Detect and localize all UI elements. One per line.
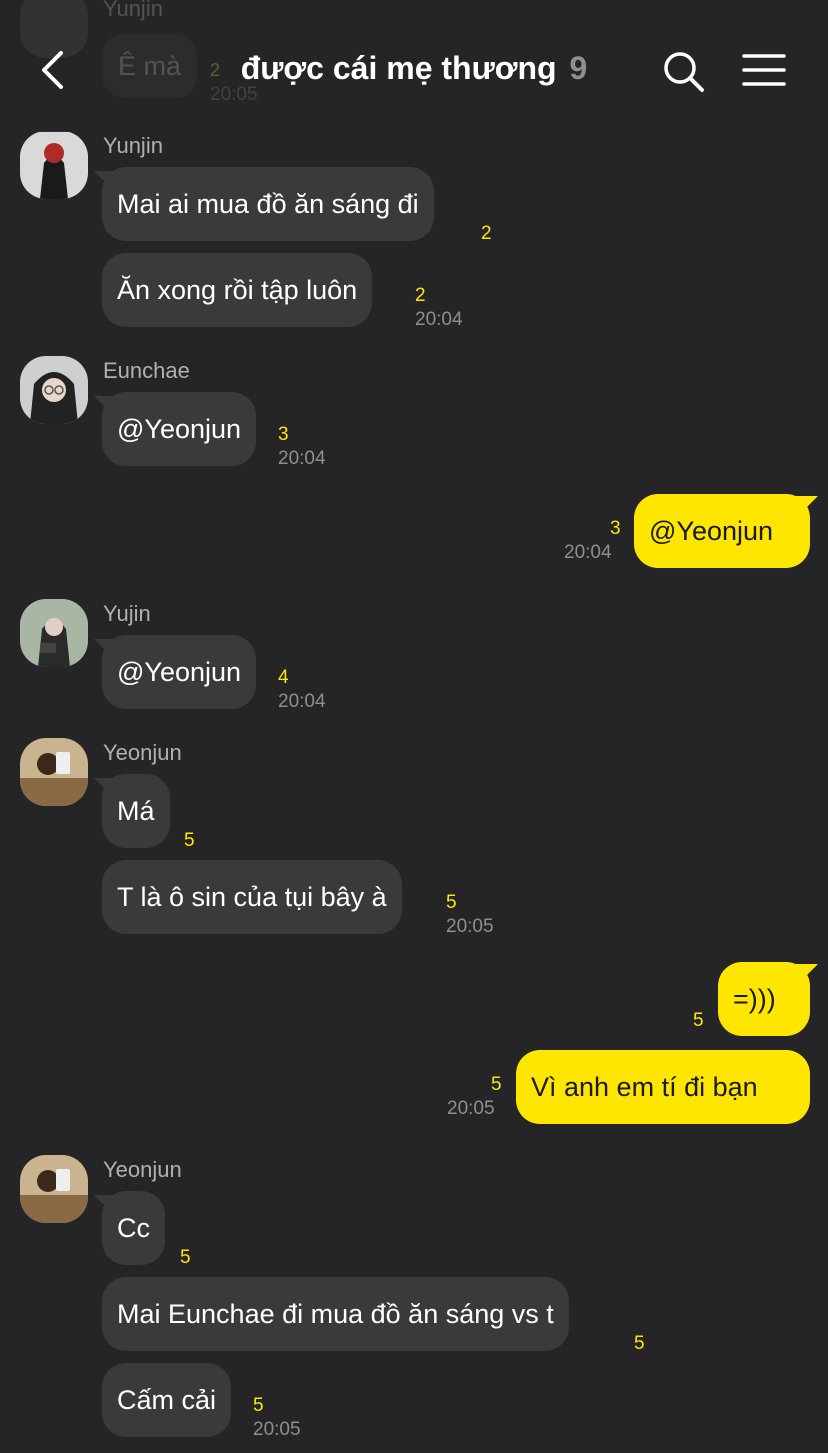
unread-count: 3: [610, 518, 621, 539]
message-bubble-outgoing[interactable]: =))): [718, 962, 810, 1036]
message-bubble[interactable]: Má: [102, 774, 170, 848]
message-time: 20:04: [278, 691, 326, 712]
message-bubble: Ê mà: [102, 34, 198, 98]
search-button[interactable]: [660, 48, 708, 96]
unread-count: 5: [253, 1395, 264, 1416]
search-icon: [664, 52, 704, 92]
message-time: 20:05: [210, 84, 258, 105]
unread-count: 5: [491, 1074, 502, 1095]
avatar-yunjin[interactable]: [20, 131, 88, 199]
message-bubble[interactable]: T là ô sin của tụi bây à: [102, 860, 402, 934]
message-time: 20:04: [278, 448, 326, 469]
avatar-image: [20, 599, 88, 667]
message-time: 20:04: [415, 309, 463, 330]
sender-name: Eunchae: [103, 358, 190, 383]
unread-count: 2: [415, 285, 426, 306]
avatar-image: [20, 738, 88, 806]
unread-count: 5: [634, 1333, 645, 1354]
avatar-yeonjun[interactable]: [20, 1155, 88, 1223]
message-bubble[interactable]: Ăn xong rồi tập luôn: [102, 253, 373, 327]
unread-count: 3: [278, 424, 289, 445]
unread-count: 4: [278, 667, 289, 688]
back-button[interactable]: [30, 48, 74, 92]
avatar-yujin[interactable]: [20, 599, 88, 667]
avatar-eunchae[interactable]: [20, 356, 88, 424]
message-time: 20:05: [447, 1098, 495, 1119]
chevron-left-icon: [42, 51, 63, 89]
message-bubble-outgoing[interactable]: @Yeonjun: [634, 494, 810, 568]
message-bubble[interactable]: Cấm cải: [102, 1363, 232, 1437]
message-time: 20:05: [253, 1419, 301, 1440]
avatar-image: [20, 356, 88, 424]
unread-count: 5: [184, 830, 195, 851]
unread-count: 5: [693, 1010, 704, 1031]
sender-name: Yeonjun: [103, 740, 182, 765]
message-bubble[interactable]: @Yeonjun: [102, 635, 257, 709]
message-bubble[interactable]: @Yeonjun: [102, 392, 257, 466]
unread-count: 5: [446, 892, 457, 913]
sender-name: Yunjin: [103, 0, 163, 21]
unread-count: 2: [210, 60, 221, 80]
sender-name: Yujin: [103, 601, 151, 626]
menu-button[interactable]: [740, 50, 788, 94]
chat-header: Yunjin Ê mà 2 20:05 được cái mẹ thương 9: [0, 0, 828, 132]
sender-name: Yunjin: [103, 133, 163, 158]
message-bubble[interactable]: Mai ai mua đồ ăn sáng đi: [102, 167, 434, 241]
message-time: 20:04: [564, 542, 612, 563]
unread-count: 2: [481, 223, 492, 244]
avatar-image: [20, 1155, 88, 1223]
unread-count: 5: [180, 1247, 191, 1268]
message-bubble[interactable]: Cc: [102, 1191, 165, 1265]
sender-name: Yeonjun: [103, 1157, 182, 1182]
message-bubble-outgoing[interactable]: Vì anh em tí đi bạn: [516, 1050, 810, 1124]
avatar-yeonjun[interactable]: [20, 738, 88, 806]
message-time: 20:05: [446, 916, 494, 937]
message-bubble[interactable]: Mai Eunchae đi mua đồ ăn sáng vs t: [102, 1277, 569, 1351]
hamburger-menu-icon: [742, 54, 786, 86]
avatar-image: [20, 131, 88, 199]
